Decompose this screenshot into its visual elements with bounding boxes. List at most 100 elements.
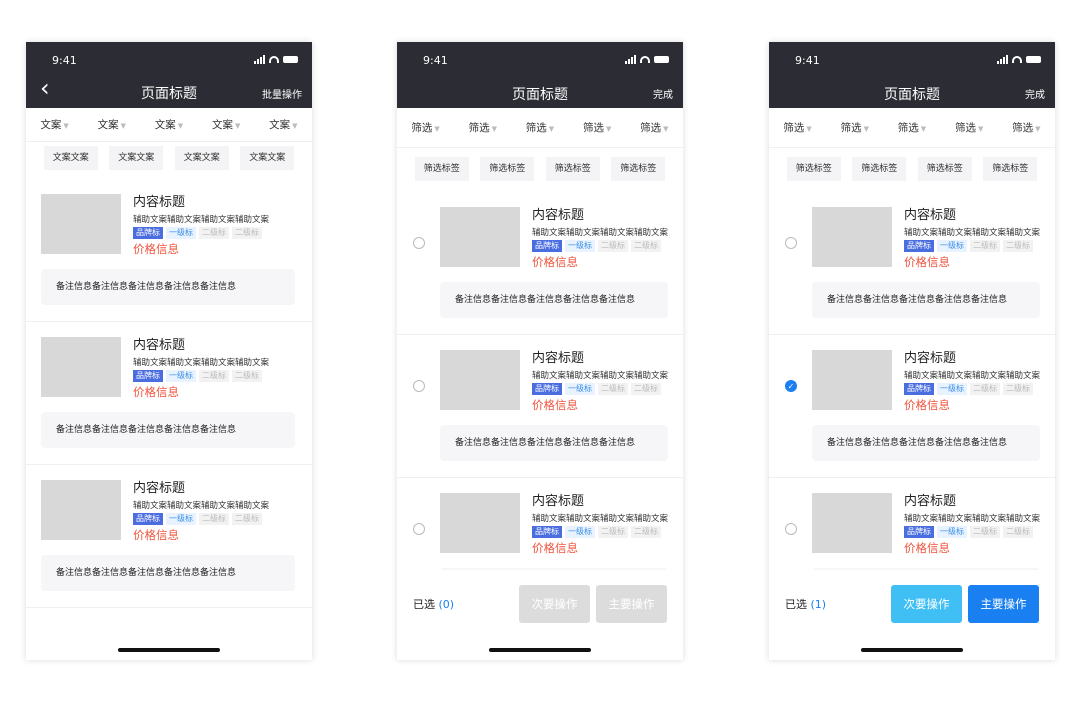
item-badge: 二级标: [1003, 383, 1033, 395]
home-indicator: [118, 648, 220, 652]
filter-label: 文案: [97, 119, 119, 131]
item-badges: 品牌标 一级标 二级标 二级标: [532, 526, 661, 538]
filter-tag[interactable]: 筛选标签: [545, 157, 600, 181]
filter-dropdown[interactable]: 筛选 ▼: [469, 108, 497, 147]
filter-dropdown[interactable]: 筛选 ▼: [783, 108, 811, 147]
list-item[interactable]: ✓ 内容标题 辅助文案辅助文案辅助文案辅助文案 品牌标 一级标 二级标 二级标 价格信息 备注信…: [769, 335, 1055, 478]
phone-screen-2: 9:41 页面标题 完成 筛选 ▼ 筛选 ▼ 筛选 ▼ 筛选 ▼ 筛选 ▼ 筛选标签 筛选标签 筛选标签 筛选标…: [397, 42, 683, 660]
selected-number: (0): [438, 598, 455, 611]
item-badge: 一级标: [937, 383, 967, 395]
filter-dropdown[interactable]: 筛选 ▼: [898, 108, 926, 147]
checked-radio[interactable]: ✓: [785, 380, 797, 392]
item-thumbnail: [41, 480, 121, 540]
filter-tag[interactable]: 文案文案: [240, 146, 295, 170]
caret-down-icon: ▼: [863, 125, 869, 133]
filter-tag[interactable]: 筛选标签: [414, 157, 469, 181]
filter-dropdown[interactable]: 文案 ▼: [269, 108, 297, 141]
filter-tag[interactable]: 筛选标签: [852, 157, 907, 181]
select-radio[interactable]: [413, 380, 425, 392]
filter-tag[interactable]: 文案文案: [43, 146, 98, 170]
filter-dropdown[interactable]: 筛选 ▼: [955, 108, 983, 147]
header-action-button[interactable]: 批量操作: [262, 86, 302, 101]
item-badge: 二级标: [970, 526, 1000, 538]
list-item[interactable]: 内容标题辅助文案辅助文案辅助文案辅助文案品牌标一级标二级标二级标价格信息备注信息…: [26, 179, 312, 322]
wifi-icon: [1012, 56, 1022, 63]
filter-dropdown[interactable]: 筛选 ▼: [526, 108, 554, 147]
filter-dropdown[interactable]: 文案 ▼: [98, 108, 126, 141]
filter-label: 筛选: [840, 122, 862, 134]
primary-action-button[interactable]: 主要操作: [596, 585, 667, 623]
filter-dropdown[interactable]: 筛选 ▼: [1012, 108, 1040, 147]
caret-down-icon: ▼: [605, 125, 612, 133]
item-badges: 品牌标 一级标 二级标 二级标: [133, 513, 262, 525]
item-badge: 二级标: [970, 383, 1000, 395]
filter-tag[interactable]: 筛选标签: [480, 157, 535, 181]
item-price: 价格信息: [904, 398, 950, 412]
item-thumbnail: [41, 194, 121, 254]
filter-dropdown[interactable]: 文案 ▼: [212, 108, 240, 141]
tag-row: 文案文案 文案文案 文案文案 文案文案: [26, 146, 312, 170]
caret-down-icon: ▼: [491, 125, 497, 133]
filter-label: 筛选: [897, 122, 919, 134]
filter-dropdown[interactable]: 筛选 ▼: [841, 108, 869, 147]
item-note: 备注信息备注信息备注信息备注信息备注信息: [41, 412, 295, 448]
filter-tag[interactable]: 筛选标签: [786, 157, 841, 181]
item-thumbnail: [41, 337, 121, 397]
list-item[interactable]: 内容标题辅助文案辅助文案辅助文案辅助文案品牌标一级标二级标二级标价格信息备注信息…: [26, 322, 312, 465]
caret-down-icon: ▼: [292, 122, 298, 130]
select-radio[interactable]: [413, 237, 425, 249]
filter-tag[interactable]: 筛选标签: [611, 157, 666, 181]
battery-icon: [1026, 56, 1041, 63]
filter-tag[interactable]: 筛选标签: [983, 157, 1038, 181]
item-note: 备注信息备注信息备注信息备注信息备注信息: [812, 425, 1040, 461]
list-item[interactable]: 内容标题辅助文案辅助文案辅助文案辅助文案品牌标一级标二级标二级标价格信息备注信息…: [769, 192, 1055, 335]
item-badge: 品牌标: [532, 526, 562, 538]
select-radio[interactable]: [413, 523, 425, 535]
caret-down-icon: ▼: [120, 122, 126, 130]
filter-dropdown[interactable]: 文案 ▼: [40, 108, 68, 141]
item-badge: 二级标: [232, 370, 262, 382]
filter-tag[interactable]: 文案文案: [109, 146, 164, 170]
back-icon[interactable]: ‹: [40, 74, 50, 102]
primary-action-button[interactable]: 主要操作: [968, 585, 1039, 623]
page-title: 页面标题: [884, 87, 940, 103]
secondary-action-button[interactable]: 次要操作: [519, 585, 590, 623]
item-badge: 一级标: [565, 383, 595, 395]
item-badge: 品牌标: [532, 240, 562, 252]
header-action-button[interactable]: 完成: [1025, 86, 1045, 101]
filter-dropdown[interactable]: 文案 ▼: [155, 108, 183, 141]
battery-icon: [283, 56, 298, 63]
item-badge: 二级标: [631, 526, 661, 538]
filter-dropdown[interactable]: 筛选 ▼: [640, 108, 668, 147]
phone-screen-1: 9:41 页面标题 ‹ 批量操作 文案 ▼ 文案 ▼ 文案 ▼ 文案 ▼ 文案 ▼ 文案文案 文案文案 文案文案…: [26, 42, 312, 660]
filter-dropdown[interactable]: 筛选 ▼: [411, 108, 439, 147]
status-time: 9:41: [795, 54, 820, 67]
select-radio[interactable]: [785, 237, 797, 249]
item-subtitle: 辅助文案辅助文案辅助文案辅助文案: [904, 514, 1041, 524]
secondary-action-button[interactable]: 次要操作: [891, 585, 962, 623]
header-action-button[interactable]: 完成: [653, 86, 673, 101]
filter-bar: 筛选 ▼ 筛选 ▼ 筛选 ▼ 筛选 ▼ 筛选 ▼: [397, 108, 683, 148]
item-note: 备注信息备注信息备注信息备注信息备注信息: [440, 282, 668, 318]
filter-label: 筛选: [954, 122, 976, 134]
filter-bar: 筛选 ▼ 筛选 ▼ 筛选 ▼ 筛选 ▼ 筛选 ▼: [769, 108, 1055, 148]
item-price: 价格信息: [532, 398, 578, 412]
list-item[interactable]: 内容标题辅助文案辅助文案辅助文案辅助文案品牌标一级标二级标二级标价格信息备注信息…: [397, 335, 683, 478]
item-badge: 二级标: [199, 513, 229, 525]
page-title: 页面标题: [512, 87, 568, 103]
select-radio[interactable]: [785, 523, 797, 535]
filter-label: 筛选: [783, 122, 805, 134]
filter-label: 筛选: [640, 122, 662, 134]
filter-tag[interactable]: 文案文案: [174, 146, 229, 170]
battery-icon: [654, 56, 669, 63]
list-item[interactable]: 内容标题辅助文案辅助文案辅助文案辅助文案品牌标一级标二级标二级标价格信息备注信息…: [397, 192, 683, 335]
item-title: 内容标题: [133, 481, 186, 496]
item-badges: 品牌标 一级标 二级标 二级标: [904, 240, 1033, 252]
item-price: 价格信息: [133, 242, 179, 256]
signal-icon: [997, 55, 1008, 64]
item-badge: 二级标: [631, 240, 661, 252]
filter-tag[interactable]: 筛选标签: [917, 157, 972, 181]
item-title: 内容标题: [532, 351, 585, 366]
filter-dropdown[interactable]: 筛选 ▼: [583, 108, 611, 147]
list-item[interactable]: 内容标题辅助文案辅助文案辅助文案辅助文案品牌标一级标二级标二级标价格信息备注信息…: [26, 465, 312, 608]
